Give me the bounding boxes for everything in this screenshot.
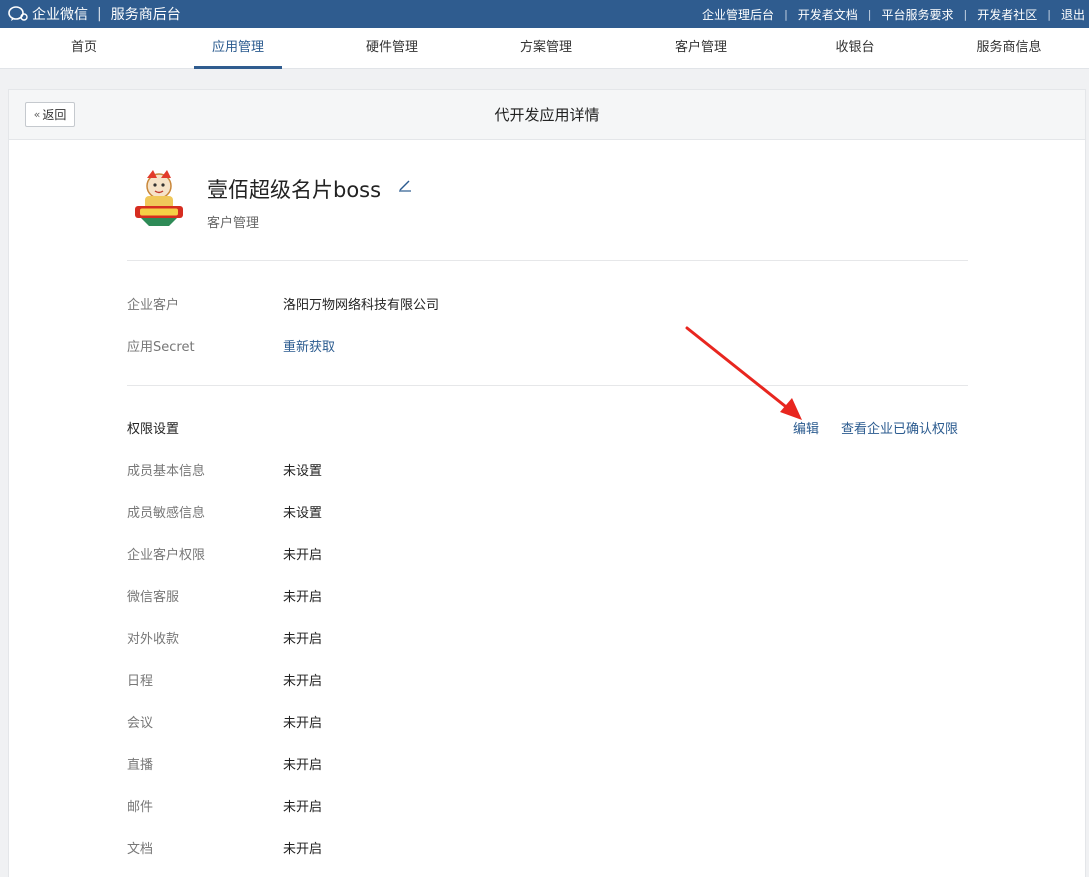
top-bar: 企业微信 | 服务商后台 企业管理后台 | 开发者文档 | 平台服务要求 | 开… bbox=[0, 0, 1089, 28]
tab-solution-management[interactable]: 方案管理 bbox=[501, 28, 591, 69]
permission-label: 成员敏感信息 bbox=[127, 506, 206, 521]
permission-label: 邮件 bbox=[127, 800, 154, 815]
tab-app-management[interactable]: 应用管理 bbox=[193, 28, 283, 69]
link-divider: | bbox=[963, 7, 968, 21]
permission-value: 未开启 bbox=[283, 632, 323, 647]
permission-label: 企业客户权限 bbox=[127, 548, 206, 563]
link-divider: | bbox=[1047, 7, 1051, 21]
corp-customer-value: 洛阳万物网络科技有限公司 bbox=[283, 298, 440, 313]
link-logout[interactable]: 退出 bbox=[1061, 6, 1085, 23]
permission-label: 会议 bbox=[127, 716, 154, 731]
view-confirmed-permissions-link[interactable]: 查看企业已确认权限 bbox=[841, 418, 958, 437]
brand-name: 企业微信 bbox=[32, 7, 88, 23]
back-button[interactable]: « 返回 bbox=[25, 102, 75, 127]
link-divider: | bbox=[784, 7, 788, 21]
main-nav: 首页 应用管理 硬件管理 方案管理 客户管理 收银台 服务商信息 bbox=[0, 28, 1089, 69]
tab-home[interactable]: 首页 bbox=[39, 28, 129, 69]
edit-name-pencil-icon[interactable] bbox=[398, 178, 412, 192]
wecom-logo-icon bbox=[8, 6, 28, 21]
permission-label: 直播 bbox=[127, 758, 154, 773]
tab-provider-info[interactable]: 服务商信息 bbox=[964, 28, 1054, 69]
link-dev-docs[interactable]: 开发者文档 bbox=[798, 6, 858, 23]
link-dev-community[interactable]: 开发者社区 bbox=[977, 6, 1037, 23]
permission-label: 成员基本信息 bbox=[127, 464, 206, 479]
top-links: 企业管理后台 | 开发者文档 | 平台服务要求 | 开发者社区 | 退出 bbox=[702, 0, 1085, 28]
corp-customer-label: 企业客户 bbox=[127, 298, 180, 313]
permission-label: 日程 bbox=[127, 674, 154, 689]
link-admin-console[interactable]: 企业管理后台 bbox=[702, 6, 774, 23]
divider bbox=[127, 260, 968, 261]
back-label: 返回 bbox=[42, 108, 67, 122]
permission-label: 文档 bbox=[127, 842, 154, 857]
permission-value: 未开启 bbox=[283, 716, 323, 731]
permission-label: 微信客服 bbox=[127, 590, 180, 605]
app-logo-icon bbox=[135, 170, 183, 226]
permission-value: 未开启 bbox=[283, 842, 323, 857]
tab-customer-management[interactable]: 客户管理 bbox=[656, 28, 746, 69]
app-name: 壹佰超级名片boss bbox=[207, 178, 382, 202]
permission-label: 对外收款 bbox=[127, 632, 180, 647]
brand-divider: | bbox=[97, 6, 102, 22]
app-detail-panel: 代开发应用详情 « 返回 壹佰超级名片boss 客户管理 企业客户 洛阳万物网络… bbox=[8, 89, 1086, 877]
link-platform-requirements[interactable]: 平台服务要求 bbox=[882, 6, 954, 23]
page-title: 代开发应用详情 bbox=[494, 106, 600, 124]
permission-value: 未开启 bbox=[283, 800, 323, 815]
permission-value: 未开启 bbox=[283, 590, 323, 605]
permission-value: 未设置 bbox=[283, 464, 323, 479]
permission-value: 未开启 bbox=[283, 548, 323, 563]
tab-hardware-management[interactable]: 硬件管理 bbox=[347, 28, 437, 69]
app-category: 客户管理 bbox=[207, 216, 260, 231]
tab-cashier[interactable]: 收银台 bbox=[810, 28, 900, 69]
brand[interactable]: 企业微信 | 服务商后台 bbox=[8, 0, 181, 28]
panel-header: 代开发应用详情 « 返回 bbox=[9, 90, 1085, 140]
app-secret-label: 应用Secret bbox=[127, 340, 195, 355]
divider bbox=[127, 385, 968, 386]
refetch-secret-link[interactable]: 重新获取 bbox=[283, 336, 335, 355]
edit-permissions-link[interactable]: 编辑 bbox=[793, 418, 819, 437]
permission-settings-title: 权限设置 bbox=[127, 422, 180, 437]
section-name: 服务商后台 bbox=[110, 7, 181, 23]
permission-value: 未开启 bbox=[283, 758, 323, 773]
permission-value: 未设置 bbox=[283, 506, 323, 521]
permission-value: 未开启 bbox=[283, 674, 323, 689]
link-divider: | bbox=[867, 7, 872, 21]
double-chevron-left-icon: « bbox=[33, 108, 41, 121]
